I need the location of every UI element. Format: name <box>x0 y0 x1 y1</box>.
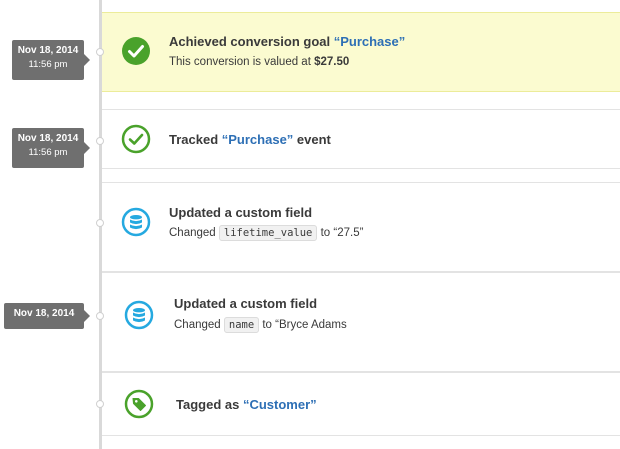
timeline-dot <box>96 219 104 227</box>
timeline-dot <box>96 48 104 56</box>
conversion-value: $27.50 <box>314 56 350 68</box>
event-title-suffix: event <box>293 132 331 147</box>
event-title: Updated a custom field <box>169 205 313 220</box>
timestamp-date: Nov 18, 2014 <box>17 45 79 56</box>
check-circle-filled-icon <box>122 37 150 65</box>
event-detail-text: This conversion is valued at <box>169 56 315 68</box>
event-detail-suffix: to “Bryce Adams <box>259 319 347 331</box>
event-title-text: Achieved conversion goal <box>169 34 334 49</box>
database-icon <box>121 207 151 237</box>
timestamp-time: 11:56 pm <box>28 59 68 70</box>
event-detail-text: Changed <box>169 227 219 239</box>
event-detail-text: Changed <box>174 319 224 331</box>
timestamp-date: Nov 18, 2014 <box>13 308 75 319</box>
event-detail-suffix: to “27.5” <box>317 227 364 239</box>
check-circle-outline-icon <box>121 124 151 154</box>
field-name-code: name <box>223 317 260 333</box>
event-title: Updated a custom field <box>174 296 318 311</box>
tag-name-link[interactable]: “Customer” <box>243 397 317 412</box>
timeline-dot <box>96 137 104 145</box>
event-title: Tracked “Purchase” event <box>169 132 331 147</box>
event-detail: Changed name to “Bryce Adams <box>174 317 347 333</box>
event-title: Tagged as “Customer” <box>176 397 317 412</box>
event-title-text: Tagged as <box>176 397 243 412</box>
event-name-link[interactable]: “Purchase” <box>222 132 294 147</box>
event-title: Achieved conversion goal “Purchase” <box>169 34 405 49</box>
tag-icon <box>124 389 154 419</box>
event-title-text: Tracked <box>169 132 222 147</box>
timestamp-badge: Nov 18, 2014 11:56 pm <box>12 40 90 80</box>
field-name-code: lifetime_value <box>218 225 318 241</box>
timeline-item-conversion <box>102 12 620 92</box>
event-detail: Changed lifetime_value to “27.5” <box>169 225 364 241</box>
database-icon <box>124 300 154 330</box>
timestamp-badge: Nov 18, 2014 11:56 pm <box>12 128 90 168</box>
timestamp-time: 11:56 pm <box>28 147 68 158</box>
goal-name-link[interactable]: “Purchase” <box>334 34 406 49</box>
timestamp-badge: Nov 18, 2014 <box>4 303 90 329</box>
timeline-dot <box>96 400 104 408</box>
timeline-dot <box>96 312 104 320</box>
event-detail: This conversion is valued at $27.50 <box>169 56 349 68</box>
timestamp-date: Nov 18, 2014 <box>17 133 79 144</box>
